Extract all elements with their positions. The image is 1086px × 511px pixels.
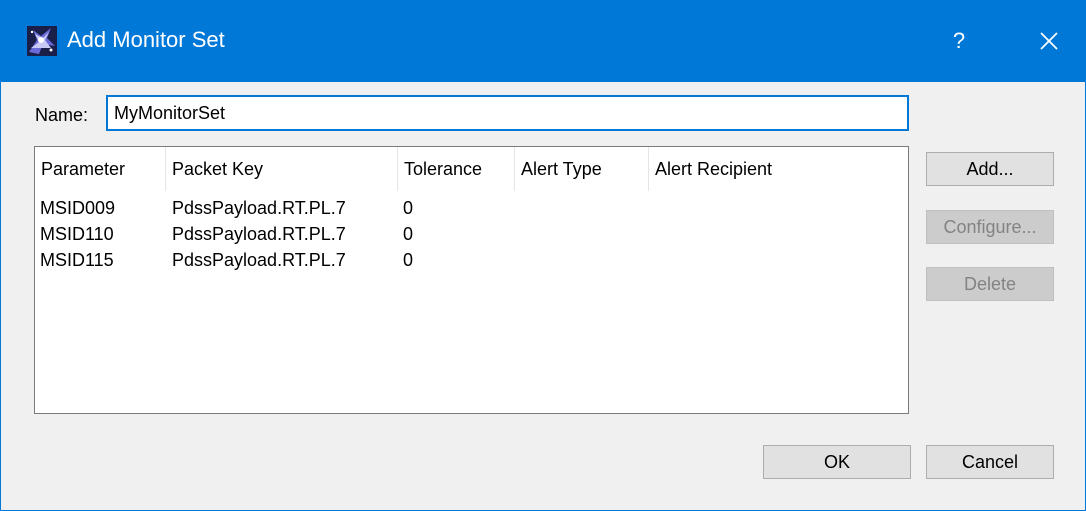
name-input[interactable]	[106, 95, 909, 131]
column-header-alert-type[interactable]: Alert Type	[515, 147, 649, 191]
column-header-tolerance[interactable]: Tolerance	[398, 147, 515, 191]
table-header: Parameter Packet Key Tolerance Alert Typ…	[35, 147, 908, 191]
cell-tolerance: 0	[403, 250, 414, 270]
window-title: Add Monitor Set	[67, 27, 225, 52]
cell-parameter: MSID115	[40, 250, 114, 270]
parameter-table[interactable]: Parameter Packet Key Tolerance Alert Typ…	[34, 146, 909, 414]
close-icon	[1040, 32, 1058, 50]
app-icon	[27, 26, 57, 56]
cell-parameter: MSID110	[40, 224, 114, 244]
title-bar[interactable]: Add Monitor Set ?	[1, 0, 1086, 82]
column-header-parameter[interactable]: Parameter	[35, 147, 166, 191]
cell-parameter: MSID009	[40, 198, 116, 218]
configure-button[interactable]: Configure...	[926, 210, 1054, 244]
cell-packet-key: PdssPayload.RT.PL.7	[172, 224, 346, 244]
ok-button[interactable]: OK	[763, 445, 911, 479]
help-label: ?	[952, 28, 966, 53]
table-row[interactable]: MSID009 PdssPayload.RT.PL.7 0	[35, 195, 908, 221]
cell-packet-key: PdssPayload.RT.PL.7	[172, 198, 346, 218]
cell-tolerance: 0	[403, 198, 414, 218]
cell-packet-key: PdssPayload.RT.PL.7	[172, 250, 346, 270]
cell-tolerance: 0	[403, 224, 414, 244]
cancel-button[interactable]: Cancel	[926, 445, 1054, 479]
help-button[interactable]: ?	[936, 16, 982, 66]
column-header-packet-key[interactable]: Packet Key	[166, 147, 398, 191]
table-row[interactable]: MSID110 PdssPayload.RT.PL.7 0	[35, 221, 908, 247]
table-row[interactable]: MSID115 PdssPayload.RT.PL.7 0	[35, 247, 908, 273]
add-button[interactable]: Add...	[926, 152, 1054, 186]
column-header-alert-recipient[interactable]: Alert Recipient	[649, 147, 908, 191]
delete-button[interactable]: Delete	[926, 267, 1054, 301]
name-label: Name:	[35, 105, 89, 125]
close-button[interactable]	[1026, 16, 1072, 66]
add-monitor-set-dialog: Add Monitor Set ? Name: Parameter Packet…	[0, 0, 1086, 511]
